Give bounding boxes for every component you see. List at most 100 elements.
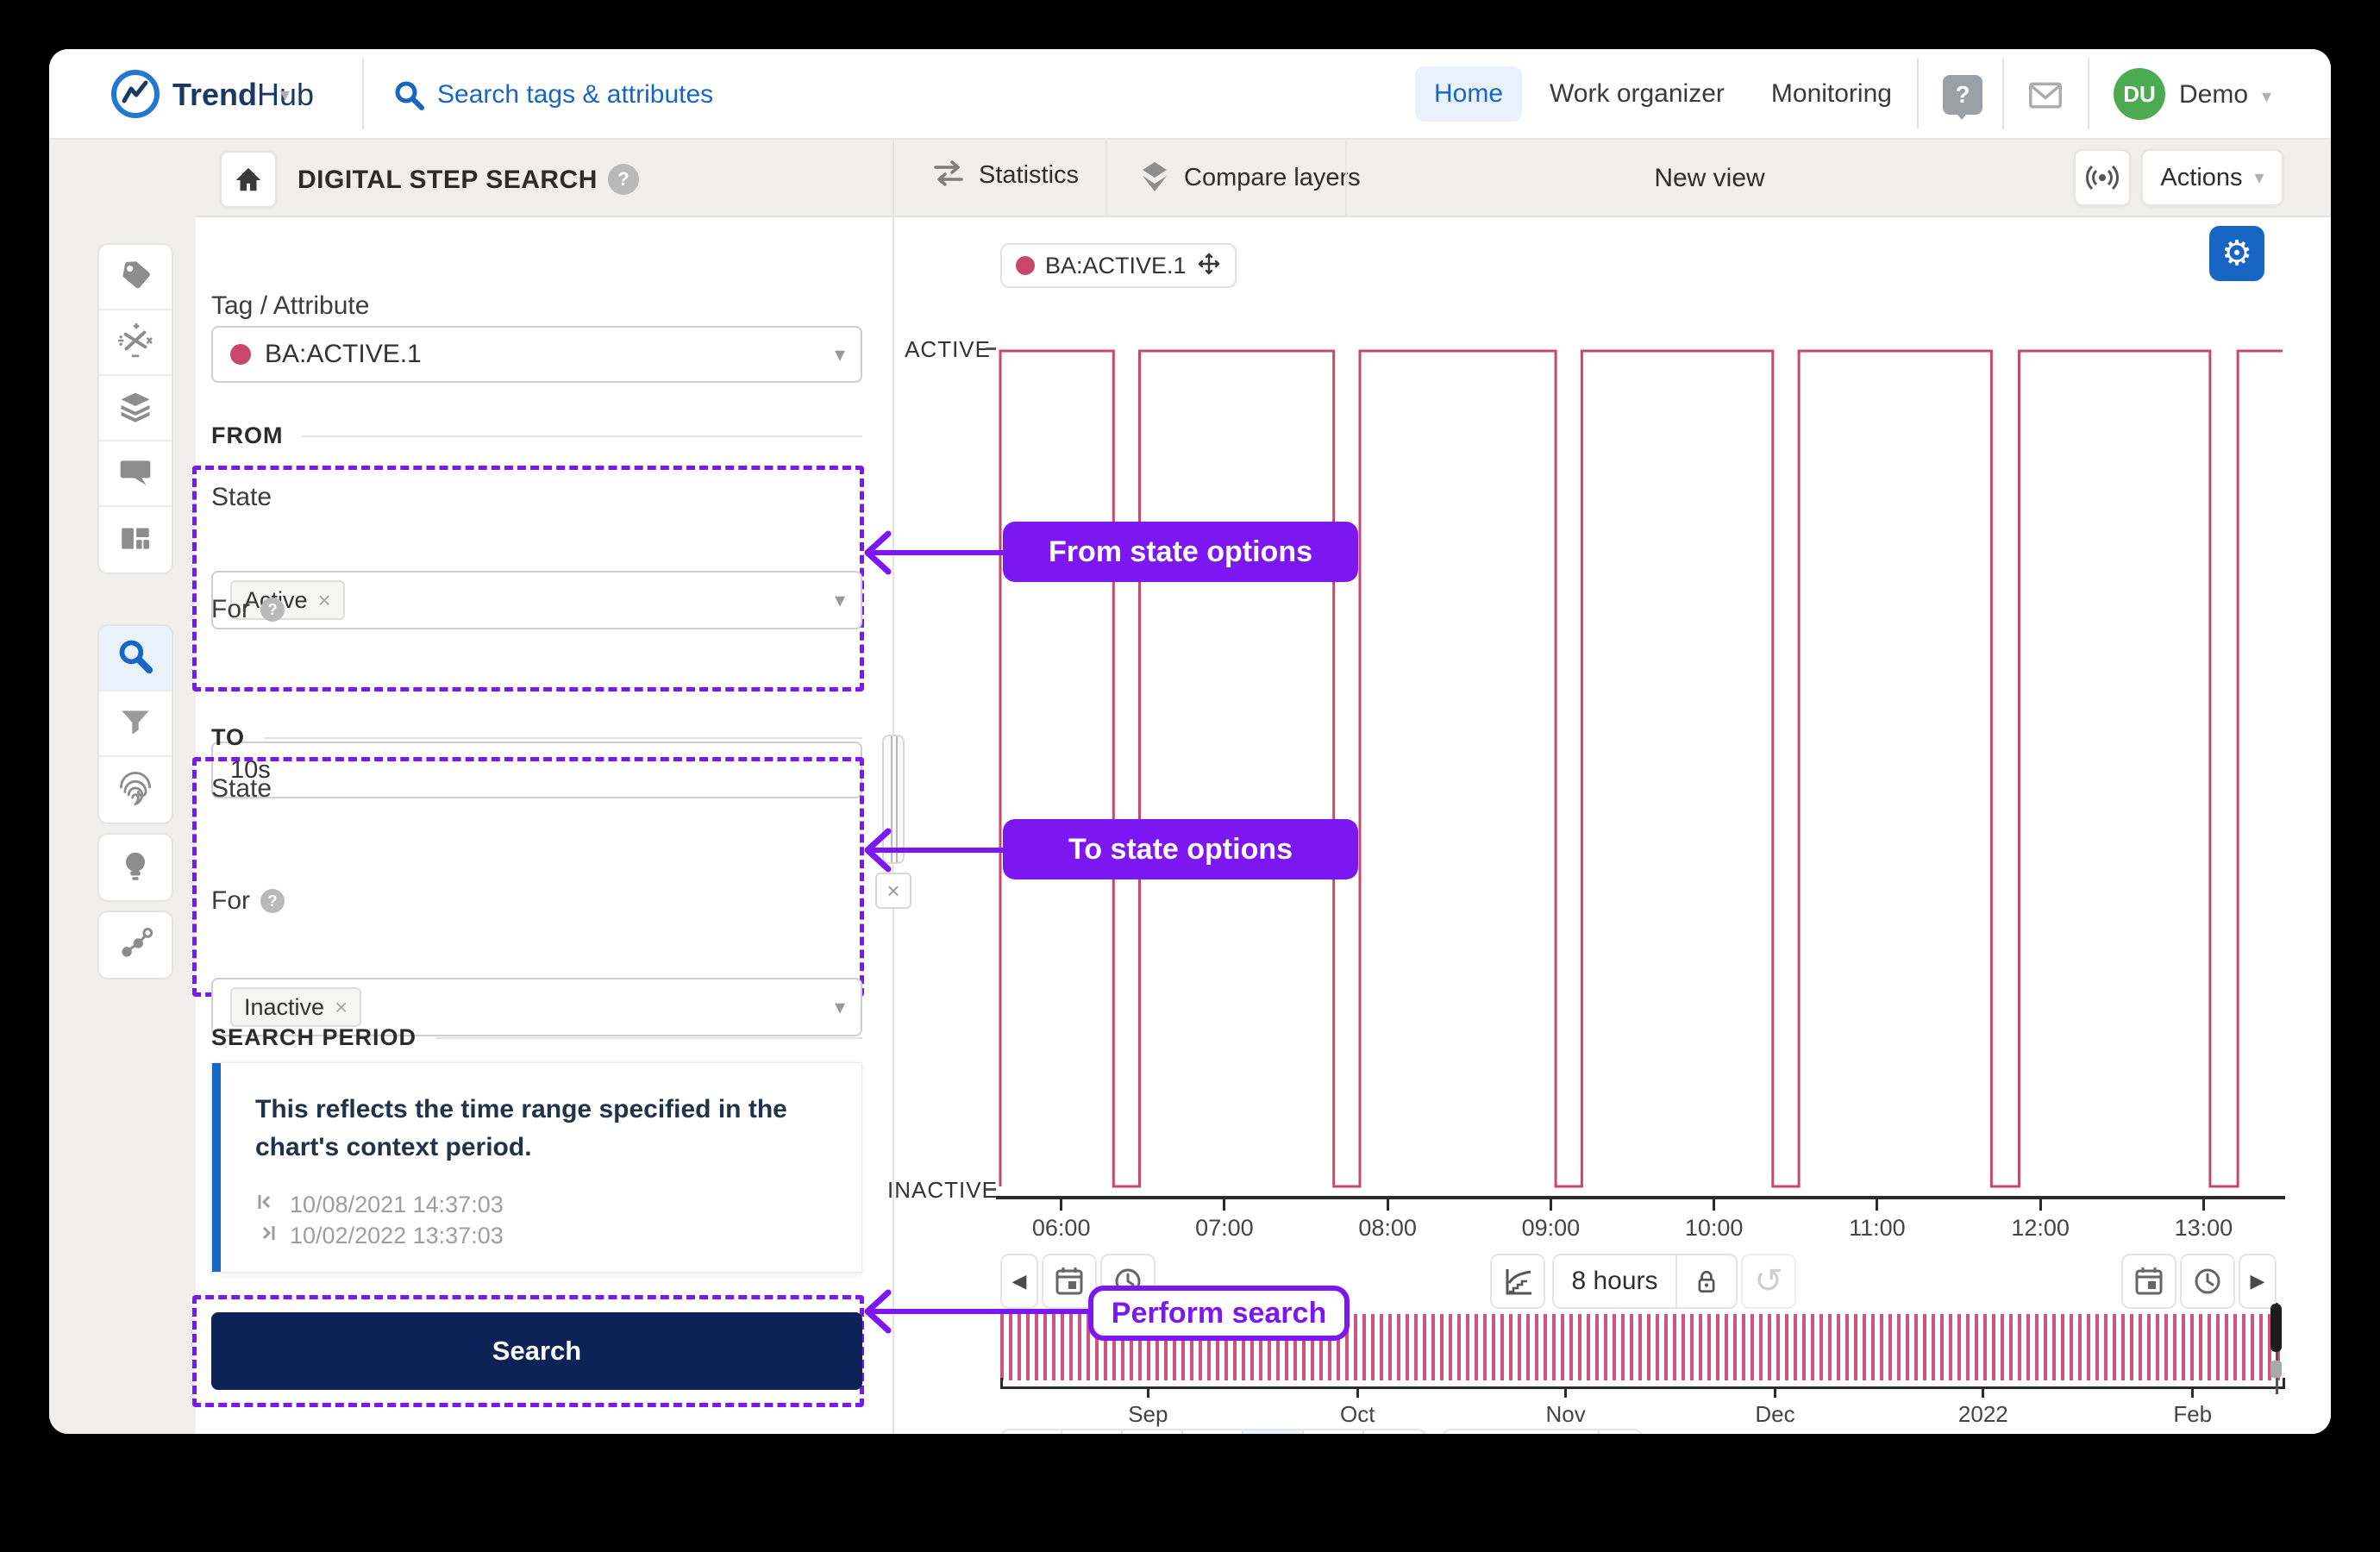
layers-diamond-icon — [1137, 159, 1172, 197]
sidebar-item-formula[interactable] — [99, 310, 172, 376]
mail-icon[interactable] — [2026, 75, 2065, 119]
home-view-button[interactable] — [220, 151, 277, 208]
from-state-callout: From state options — [1003, 522, 1358, 582]
sidebar-item-comment[interactable] — [99, 441, 172, 507]
sidebar-item-dashboard[interactable] — [99, 507, 172, 573]
nav-item-work-organizer[interactable]: Work organizer — [1531, 66, 1744, 122]
overview-tick — [1773, 1386, 1776, 1398]
range-button-1d[interactable]: 1D — [1002, 1430, 1062, 1434]
for-help-icon[interactable]: ? — [260, 598, 285, 622]
compare-layers-button[interactable]: Compare layers — [1137, 159, 1361, 197]
pan-right-button[interactable]: ▶ — [2239, 1254, 2277, 1309]
sidebar-item-tag[interactable] — [99, 245, 172, 310]
sidebar-item-filter[interactable] — [99, 692, 172, 757]
statistics-button[interactable]: Statistics — [930, 159, 1079, 192]
window-duration-value[interactable]: 8 hours — [1554, 1267, 1675, 1296]
to-state-chip[interactable]: Inactive × — [230, 987, 362, 1027]
search-icon — [116, 636, 155, 680]
sidebar-group — [97, 624, 173, 824]
title-help-icon[interactable]: ? — [608, 164, 639, 195]
calendar-button[interactable] — [2121, 1254, 2176, 1309]
for-help-icon[interactable]: ? — [260, 889, 285, 913]
y-state-label-inactive: INACTIVE — [887, 1177, 998, 1203]
x-axis-tick — [1223, 1199, 1226, 1211]
search-button[interactable]: Search — [211, 1312, 862, 1390]
minimap-handle-grip[interactable] — [2270, 1361, 2282, 1378]
range-button-6m[interactable]: 6M — [1243, 1430, 1304, 1434]
search-input[interactable]: Search tags & attributes — [437, 80, 713, 110]
tag-attribute-select[interactable]: BA:ACTIVE.1 ▾ — [211, 326, 862, 383]
select-chevron-down-icon: ▾ — [834, 342, 845, 366]
user-menu[interactable]: Demo — [2179, 80, 2248, 110]
view-title-tab[interactable]: New view — [1345, 164, 2074, 193]
sidebar-item-search[interactable] — [99, 626, 172, 692]
search-period-header: SEARCH PERIOD — [211, 1024, 862, 1051]
move-icon[interactable] — [1197, 252, 1221, 280]
live-mode-button[interactable] — [2074, 149, 2131, 206]
help-icon-tail — [1955, 111, 1969, 120]
digital-step-plot[interactable] — [996, 347, 2285, 1192]
chart-settings-button[interactable]: ⚙ — [2209, 226, 2264, 281]
window-duration-box[interactable]: 8 hours — [1552, 1254, 1738, 1309]
fit-range-button[interactable] — [1597, 1430, 1641, 1434]
sidebar-rail — [49, 140, 196, 1434]
brand-chevron-down-icon[interactable]: ▾ — [280, 84, 290, 106]
overview-tick-label: 2022 — [1957, 1401, 2008, 1427]
chip-remove-icon[interactable]: × — [335, 994, 348, 1021]
range-button-1m[interactable]: 1M — [1123, 1430, 1183, 1434]
range-button-group: 1D1W1M3M6M1YALL — [1000, 1429, 1426, 1434]
x-axis-tick — [1549, 1199, 1552, 1211]
topbar-divider — [1917, 58, 1919, 129]
overview-tick — [1982, 1386, 1985, 1398]
sidebar-item-lightbulb[interactable] — [99, 835, 172, 900]
search-icon[interactable] — [392, 78, 427, 117]
sidebar-item-layers[interactable] — [99, 376, 172, 441]
x-axis-tick-label: 07:00 — [1195, 1215, 1254, 1241]
from-state-select[interactable]: Active× ▾ — [211, 571, 862, 629]
to-for-label: For? — [211, 886, 285, 916]
legend-chip[interactable]: BA:ACTIVE.1 — [1000, 243, 1237, 288]
chart-type-button[interactable] — [1490, 1254, 1545, 1309]
page-title: DIGITAL STEP SEARCH — [298, 166, 598, 194]
history-button[interactable]: ↺ — [1741, 1254, 1796, 1309]
comment-icon — [117, 454, 153, 494]
overview-tick-label: Nov — [1545, 1401, 1586, 1427]
tag-attribute-label: Tag / Attribute — [211, 291, 370, 320]
lock-icon[interactable] — [1675, 1255, 1736, 1307]
user-chevron-down-icon[interactable]: ▾ — [2262, 85, 2271, 108]
x-axis-tick-label: 12:00 — [2011, 1215, 2070, 1241]
overview-tick-label: Feb — [2173, 1401, 2213, 1427]
nav-item-home[interactable]: Home — [1415, 66, 1523, 122]
range-start-icon — [255, 1191, 278, 1219]
pan-left-button[interactable]: ◀ — [1000, 1254, 1038, 1309]
range-button-all[interactable]: ALL — [1364, 1430, 1425, 1434]
sidebar-group — [97, 911, 173, 979]
sidebar-item-connections[interactable] — [99, 912, 172, 978]
minimap-handle[interactable] — [2270, 1304, 2282, 1352]
info-accent-bar — [212, 1063, 221, 1272]
chip-remove-icon[interactable]: × — [318, 587, 331, 614]
x-axis-tick — [1060, 1199, 1063, 1211]
select-chevron-down-icon: ▾ — [834, 995, 845, 1019]
x-axis-tick-label: 11:00 — [1849, 1215, 1906, 1241]
avatar[interactable]: DU — [2114, 68, 2165, 120]
range-button-1w[interactable]: 1W — [1062, 1430, 1123, 1434]
sidebar-group — [97, 833, 173, 902]
series-color-dot — [230, 344, 251, 365]
x-axis-tick — [2202, 1199, 2205, 1211]
overview-tick — [1356, 1386, 1359, 1398]
x-axis-tick-label: 13:00 — [2174, 1215, 2233, 1241]
nav-item-monitoring[interactable]: Monitoring — [1752, 66, 1911, 122]
clock-button[interactable] — [2180, 1254, 2235, 1309]
range-button-1y[interactable]: 1Y — [1304, 1430, 1364, 1434]
from-for-label: For? — [211, 595, 285, 624]
range-button-3m[interactable]: 3M — [1183, 1430, 1243, 1434]
help-icon[interactable]: ? — [1943, 75, 1982, 115]
trendhub-logo-icon[interactable] — [110, 68, 161, 124]
x-axis-tick — [2039, 1199, 2042, 1211]
from-section-header: FROM — [211, 422, 862, 449]
actions-chevron-down-icon: ▾ — [2254, 166, 2264, 188]
collapse-panel-close-icon[interactable]: × — [875, 873, 911, 909]
sidebar-item-fingerprint[interactable] — [99, 757, 172, 823]
actions-button[interactable]: Actions ▾ — [2141, 149, 2283, 206]
